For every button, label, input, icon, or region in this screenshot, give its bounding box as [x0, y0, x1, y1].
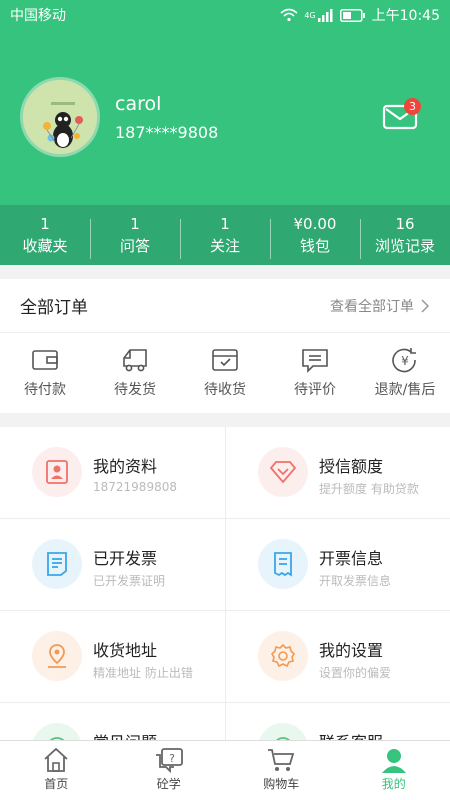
box-icon	[212, 349, 238, 371]
tab-label: 购物车	[263, 777, 300, 791]
wifi-icon	[280, 8, 298, 22]
stat-label: 钱包	[299, 237, 330, 255]
tab-home[interactable]: 首页	[0, 741, 113, 800]
order-pending-receipt[interactable]: 待收货	[180, 347, 270, 399]
cart-icon	[268, 749, 295, 771]
stat-history[interactable]: 16 浏览记录	[360, 213, 450, 259]
clock: 上午10:45	[371, 8, 440, 24]
stat-value: 1	[130, 215, 140, 233]
view-all-orders-link[interactable]: 查看全部订单	[330, 296, 430, 316]
menu-title: 联系客服	[319, 729, 383, 740]
stats-bar: 1 收藏夹 1 问答 1 关注 ¥0.00 钱包 16 浏览记录	[0, 205, 450, 265]
menu-my-settings[interactable]: 我的设置 设置你的偏爱	[225, 611, 450, 703]
status-indicators: 4G 上午10:45	[280, 5, 440, 25]
order-label: 退款/售后	[374, 382, 436, 398]
menu-title: 我的设置	[319, 641, 384, 660]
menu-customer-service[interactable]: 联系客服	[225, 703, 450, 740]
menu-subtitle: 提升额度 有助贷款	[319, 482, 419, 496]
order-refund[interactable]: ¥ 退款/售后	[360, 347, 450, 399]
menu-credit-limit[interactable]: 授信额度 提升额度 有助贷款	[225, 427, 450, 519]
profile-card-icon	[32, 447, 82, 497]
avatar-image	[23, 80, 97, 154]
order-label: 待付款	[24, 382, 66, 398]
menu-subtitle: 开取发票信息	[319, 574, 392, 588]
svg-text:?: ?	[169, 752, 175, 765]
home-icon	[44, 747, 68, 772]
question-icon: ?	[32, 723, 82, 740]
view-all-label: 查看全部订单	[330, 298, 414, 315]
stat-value: 1	[220, 215, 230, 233]
menu-subtitle: 18721989808	[93, 480, 177, 494]
orders-header: 全部订单 查看全部订单	[0, 279, 450, 333]
stat-favorites[interactable]: 1 收藏夹	[0, 213, 90, 257]
tab-cart[interactable]: 购物车	[225, 741, 338, 800]
stat-questions[interactable]: 1 问答	[90, 213, 180, 259]
menu-invoice-info[interactable]: 开票信息 开取发票信息	[225, 519, 450, 611]
orders-title: 全部订单	[20, 298, 88, 318]
phone-number: 187****9808	[115, 123, 219, 142]
order-label: 待发货	[114, 382, 156, 398]
menu-faq[interactable]: ? 常见问题	[0, 703, 225, 740]
order-status-row: 待付款 待发货 待收货 待评价 ¥ 退款/售后	[0, 333, 450, 413]
tab-label: 砼学	[156, 777, 181, 791]
stat-label: 收藏夹	[22, 237, 68, 255]
headset-icon	[258, 723, 308, 740]
chevron-right-icon	[421, 298, 430, 313]
order-label: 待收货	[204, 382, 246, 398]
menu-title: 我的资料	[93, 457, 158, 476]
network-type: 4G	[304, 10, 316, 20]
carrier-name: 中国移动	[10, 8, 66, 24]
stat-label: 问答	[119, 237, 150, 255]
menu-subtitle: 已开发票证明	[93, 574, 166, 588]
tab-label: 首页	[44, 777, 69, 791]
menu-shipping-address[interactable]: 收货地址 精准地址 防止出错	[0, 611, 225, 703]
stat-label: 浏览记录	[374, 237, 435, 255]
username: carol	[115, 93, 162, 115]
stat-following[interactable]: 1 关注	[180, 213, 270, 259]
unread-badge: 3	[404, 98, 421, 115]
avatar[interactable]	[20, 77, 100, 157]
refund-icon: ¥	[392, 348, 416, 373]
menu-title: 收货地址	[93, 641, 158, 660]
qa-icon: ?	[155, 748, 183, 773]
profile-header: carol 187****9808 3	[0, 30, 450, 205]
settings-icon	[258, 631, 308, 681]
menu-title: 已开发票	[93, 549, 158, 568]
truck-icon	[123, 349, 147, 372]
menu-title: 开票信息	[319, 549, 384, 568]
stat-value: ¥0.00	[293, 215, 337, 233]
stat-label: 关注	[209, 237, 240, 255]
svg-text:¥: ¥	[401, 354, 409, 368]
menu-issued-invoices[interactable]: 已开发票 已开发票证明	[0, 519, 225, 611]
invoice-icon	[32, 539, 82, 589]
tab-label: 我的	[381, 777, 406, 791]
menu-title: 授信额度	[319, 457, 384, 476]
stat-wallet[interactable]: ¥0.00 钱包	[270, 213, 360, 259]
order-pending-shipment[interactable]: 待发货	[90, 347, 180, 399]
location-icon	[32, 631, 82, 681]
tab-learn[interactable]: ? 砼学	[113, 741, 226, 800]
signal-icon	[317, 8, 333, 22]
user-icon	[381, 749, 406, 773]
menu-my-profile[interactable]: 我的资料 18721989808	[0, 427, 225, 519]
menu-subtitle: 精准地址 防止出错	[93, 666, 193, 680]
menu-subtitle: 设置你的偏爱	[319, 666, 392, 680]
menu-grid: 我的资料 18721989808 授信额度 提升额度 有助贷款 已开发票 已开发…	[0, 427, 450, 740]
status-bar: 中国移动 4G 上午10:45	[0, 0, 450, 30]
battery-icon	[339, 8, 365, 22]
menu-title: 常见问题	[93, 729, 157, 740]
order-label: 待评价	[294, 382, 336, 398]
order-pending-payment[interactable]: 待付款	[0, 347, 90, 399]
stat-value: 1	[40, 215, 50, 233]
comment-icon	[302, 349, 328, 373]
diamond-icon	[258, 447, 308, 497]
orders-section: 全部订单 查看全部订单 待付款 待发货 待收货 待评价 ¥ 退款/售后	[0, 279, 450, 413]
receipt-icon	[258, 539, 308, 589]
stat-value: 16	[395, 215, 415, 233]
order-pending-review[interactable]: 待评价	[270, 347, 360, 399]
wallet-icon	[32, 350, 58, 370]
tab-mine[interactable]: 我的	[338, 741, 450, 800]
bottom-tab-bar: 首页 ? 砼学 购物车 我的	[0, 740, 450, 800]
